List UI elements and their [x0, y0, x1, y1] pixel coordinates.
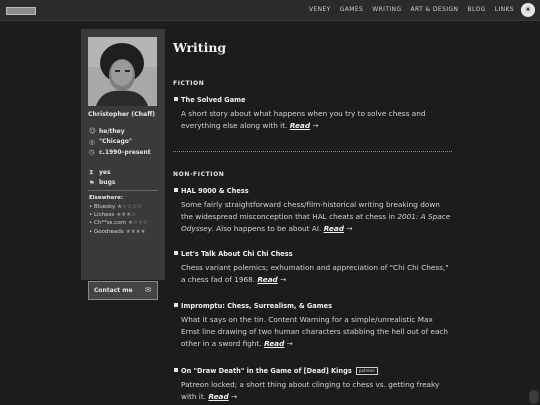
clock-icon: ◷: [89, 148, 95, 157]
fact-pronouns: ☺ he/they: [89, 126, 151, 137]
fact-location: ◎ "Chicago": [89, 137, 151, 148]
entry-description: What it says on the tin. Content Warning…: [181, 314, 451, 351]
rating-stars: ★★★★: [125, 228, 146, 235]
arrow-right-icon: →: [286, 339, 293, 349]
entry-description: Patreon locked; a short thing about clin…: [181, 379, 451, 403]
page-title: Writing: [173, 40, 227, 55]
elsewhere-label[interactable]: • Lichess: [89, 212, 114, 218]
square-bullet-icon: [174, 97, 178, 101]
fact-text: "Chicago": [99, 138, 133, 146]
nav-link-veney[interactable]: VENEY: [309, 5, 331, 15]
arrow-right-icon: →: [312, 121, 319, 131]
flag-icon: ⚑: [89, 178, 95, 187]
entry-title[interactable]: Let's Talk About Chi Chi Chess: [174, 250, 293, 258]
entry-title[interactable]: On "Draw Death" in the Game of [Dead] Ki…: [174, 367, 379, 375]
square-bullet-icon: [174, 251, 178, 255]
fact-lifespan: ◷ c.1990–present: [89, 147, 151, 158]
section-divider: [173, 151, 452, 152]
patreon-badge: patreon: [355, 367, 379, 375]
pronoun-icon: ☺: [89, 127, 96, 136]
entry-description: Chess variant polemics; exhumation and a…: [181, 262, 451, 286]
entry-title[interactable]: Impromptu: Chess, Surrealism, & Games: [174, 302, 332, 310]
profile-name: Christopher (Chaff): [88, 111, 156, 118]
profile-facts: ☺ he/they ◎ "Chicago" ◷ c.1990–present: [89, 126, 151, 158]
hourglass-icon: ⧗: [89, 167, 94, 176]
nav-link-games[interactable]: GAMES: [340, 5, 364, 15]
read-link[interactable]: Read: [264, 339, 284, 348]
brightness-icon: ☀: [524, 5, 532, 14]
mail-icon: ✉: [145, 286, 151, 294]
entry-desc-text: What it says on the tin. Content Warning…: [181, 315, 449, 349]
rating-stars: ★☆☆☆: [128, 220, 148, 227]
contact-me-button[interactable]: Contact me ✉: [88, 281, 158, 300]
rating-stars: ★☆☆☆☆: [117, 204, 142, 210]
elsewhere-item-chess-com[interactable]: • Ch**ss.com ★☆☆☆: [89, 219, 148, 227]
square-bullet-icon: [174, 368, 178, 372]
entry-title[interactable]: The Solved Game: [174, 96, 246, 104]
arrow-right-icon: →: [280, 275, 287, 285]
fact-text: he/they: [99, 127, 125, 135]
globe-icon: ◎: [89, 137, 95, 146]
elsewhere-label[interactable]: • Bluesky: [89, 204, 115, 210]
entry-description: Some fairly straightforward chess/film-h…: [181, 199, 451, 236]
read-link[interactable]: Read: [257, 275, 277, 284]
rating-stars: ★★★☆: [116, 212, 136, 219]
read-link[interactable]: Read: [324, 224, 344, 233]
entry-title-text[interactable]: The Solved Game: [181, 96, 246, 104]
fact-text: c.1990–present: [99, 148, 151, 156]
site-logo[interactable]: [6, 7, 36, 15]
entry-title[interactable]: HAL 9000 & Chess: [174, 187, 249, 195]
profile-facts-secondary: ⧗ yes ⚑ bugs: [89, 167, 115, 188]
scroll-indicator[interactable]: [529, 390, 539, 404]
entry-description: A short story about what happens when yo…: [181, 108, 451, 132]
contact-label: Contact me: [94, 287, 133, 294]
entry-title-text[interactable]: On "Draw Death" in the Game of [Dead] Ki…: [181, 367, 352, 375]
nav-link-blog[interactable]: BLOG: [467, 5, 485, 15]
square-bullet-icon: [174, 303, 178, 307]
read-link[interactable]: Read: [208, 392, 228, 401]
elsewhere-item-goodreads[interactable]: • Goodreads ★★★★: [89, 228, 148, 236]
entry-desc-text: Chess variant polemics; exhumation and a…: [181, 263, 449, 285]
elsewhere-item-bluesky[interactable]: • Bluesky ★☆☆☆☆: [89, 203, 148, 211]
fact-flag: ⚑ bugs: [89, 178, 115, 189]
square-bullet-icon: [174, 188, 178, 192]
entry-title-text[interactable]: Let's Talk About Chi Chi Chess: [181, 250, 293, 258]
avatar: [88, 37, 157, 106]
fact-text: bugs: [99, 179, 116, 187]
section-heading-nonfiction: NON-FICTION: [173, 171, 225, 178]
entry-title-text[interactable]: HAL 9000 & Chess: [181, 187, 249, 195]
nav-link-writing[interactable]: WRITING: [372, 5, 401, 15]
top-nav-bar: VENEY GAMES WRITING ART & DESIGN BLOG LI…: [0, 0, 540, 21]
arrow-right-icon: →: [231, 392, 238, 402]
main-content: Writing: [173, 40, 453, 55]
nav-link-links[interactable]: LINKS: [495, 5, 514, 15]
theme-toggle-button[interactable]: ☀: [521, 3, 535, 17]
section-heading-fiction: FICTION: [173, 80, 205, 87]
entry-title-text[interactable]: Impromptu: Chess, Surrealism, & Games: [181, 302, 332, 310]
entry-desc-text: Also happens to be about AI.: [213, 224, 322, 234]
nav-link-art-design[interactable]: ART & DESIGN: [411, 5, 459, 15]
read-link[interactable]: Read: [290, 121, 310, 130]
elsewhere-heading: Elsewhere:: [89, 195, 124, 201]
profile-sidebar: Christopher (Chaff) ☺ he/they ◎ "Chicago…: [81, 29, 165, 300]
elsewhere-label[interactable]: • Goodreads: [89, 229, 124, 235]
fact-text: yes: [99, 168, 111, 176]
elsewhere-links: Elsewhere: • Bluesky ★☆☆☆☆ • Lichess ★★★☆ …: [89, 195, 148, 236]
elsewhere-label[interactable]: • Ch**ss.com: [89, 220, 126, 226]
elsewhere-item-lichess[interactable]: • Lichess ★★★☆: [89, 211, 148, 219]
sidebar-divider: [88, 190, 158, 191]
arrow-right-icon: →: [346, 224, 353, 234]
nav-menu: VENEY GAMES WRITING ART & DESIGN BLOG LI…: [309, 5, 514, 15]
fact-hourglass: ⧗ yes: [89, 167, 115, 178]
